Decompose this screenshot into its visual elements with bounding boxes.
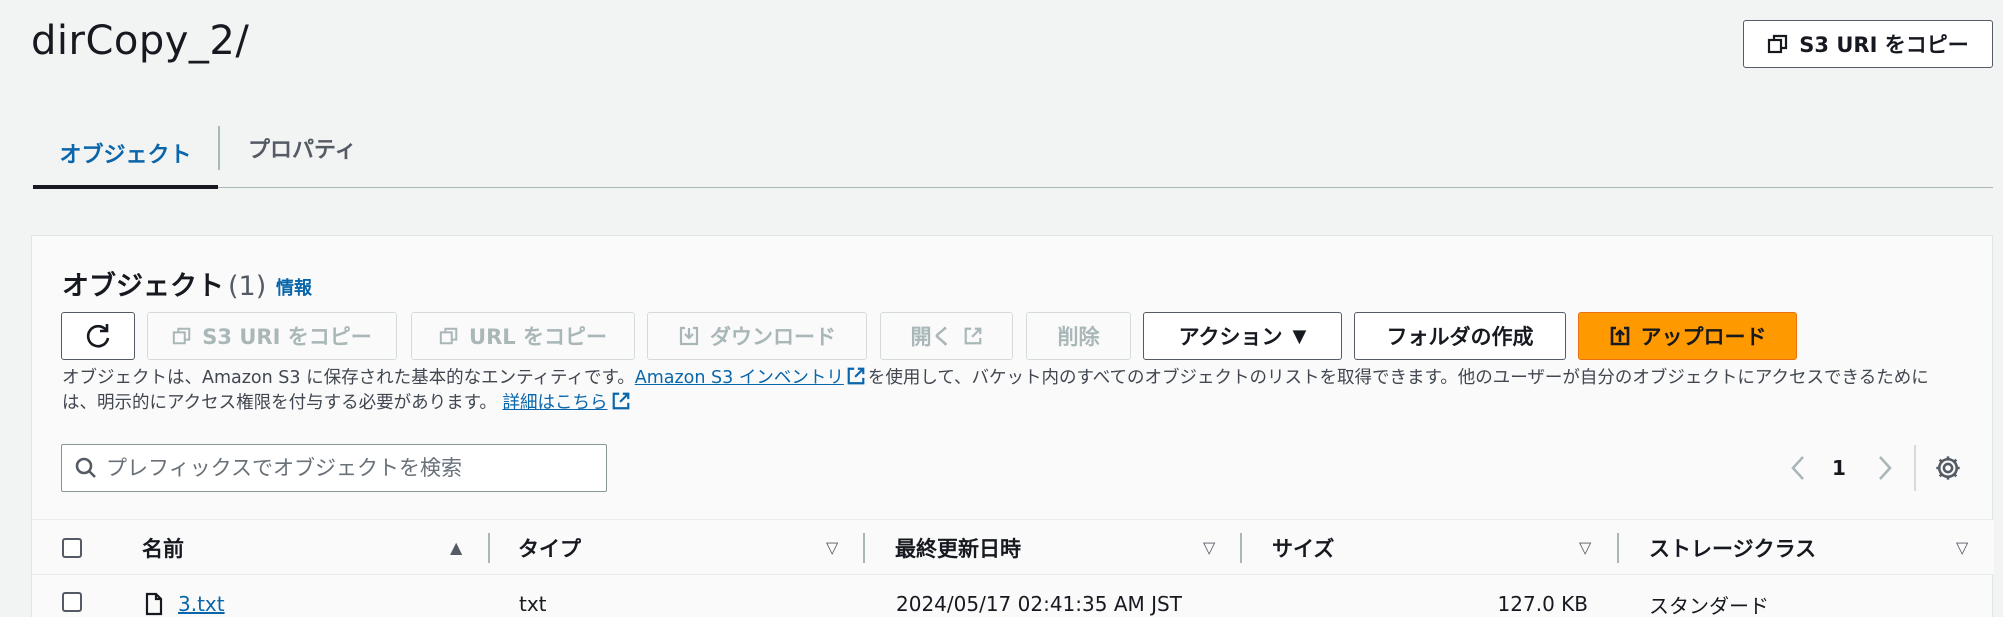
pagination-page-1[interactable]: 1	[1832, 450, 1846, 486]
copy-icon	[1768, 34, 1788, 54]
sort-asc-icon[interactable]: ▲	[450, 538, 462, 557]
search-icon	[75, 457, 96, 478]
copy-s3-uri-label: S3 URI をコピー	[202, 325, 372, 349]
objects-panel-title: オブジェクト (1)	[62, 264, 266, 303]
copy-s3-uri-button[interactable]: S3 URI をコピー	[147, 312, 397, 360]
tab-objects[interactable]: オブジェクト	[33, 120, 218, 189]
page-title: dirCopy_2/	[31, 18, 250, 64]
inventory-link[interactable]: Amazon S3 インベントリ	[635, 368, 844, 388]
select-all-checkbox[interactable]	[62, 538, 82, 558]
objects-panel: オブジェクト (1) 情報 S3 URI をコピー URL をコピー ダウンロード…	[31, 235, 1994, 617]
download-button[interactable]: ダウンロード	[647, 312, 867, 360]
column-divider[interactable]	[1617, 533, 1619, 563]
upload-label: アップロード	[1640, 325, 1767, 349]
sort-icon[interactable]: ▽	[1203, 538, 1215, 557]
open-button[interactable]: 開く	[880, 312, 1013, 360]
chevron-left-icon	[1791, 456, 1804, 480]
table-row: 3.txt txt 2024/05/17 02:41:35 AM JST 127…	[32, 576, 1994, 617]
delete-button[interactable]: 削除	[1026, 312, 1131, 360]
column-header-last-modified[interactable]: 最終更新日時	[895, 520, 1021, 576]
copy-url-label: URL をコピー	[469, 325, 607, 349]
file-last-modified: 2024/05/17 02:41:35 AM JST	[896, 592, 1182, 616]
external-link-icon	[613, 392, 630, 410]
pagination-prev-button[interactable]	[1789, 450, 1807, 486]
external-link-icon	[847, 367, 865, 385]
file-icon	[144, 576, 164, 617]
file-type: txt	[519, 592, 547, 616]
tab-divider	[218, 126, 220, 170]
caret-down-icon: ▼	[1292, 325, 1307, 347]
copy-icon	[173, 327, 191, 345]
column-divider[interactable]	[488, 533, 490, 563]
tab-properties[interactable]: プロパティ	[248, 124, 357, 172]
tab-bar: オブジェクト プロパティ	[33, 120, 1993, 189]
objects-description: オブジェクトは、Amazon S3 に保存された基本的なエンティティです。Ama…	[62, 366, 1962, 416]
refresh-icon	[86, 324, 110, 348]
open-label: 開く	[910, 325, 953, 349]
table-settings-button[interactable]	[1932, 452, 1964, 484]
copy-s3-uri-header-button[interactable]: S3 URI をコピー	[1743, 20, 1993, 68]
download-icon	[679, 326, 699, 346]
pagination-divider	[1914, 445, 1916, 491]
search-field[interactable]	[61, 444, 607, 492]
copy-icon	[439, 327, 458, 345]
objects-count: (1)	[228, 271, 267, 302]
actions-label: アクション	[1178, 325, 1283, 349]
column-header-storage-class[interactable]: ストレージクラス	[1649, 520, 1816, 576]
upload-button[interactable]: アップロード	[1578, 312, 1797, 360]
external-link-icon	[964, 327, 981, 345]
column-header-size[interactable]: サイズ	[1272, 520, 1334, 576]
actions-dropdown[interactable]: アクション ▼	[1143, 312, 1342, 360]
download-label: ダウンロード	[710, 325, 836, 349]
description-text-1: オブジェクトは、Amazon S3 に保存された基本的なエンティティです。	[62, 368, 635, 388]
file-name-link[interactable]: 3.txt	[178, 592, 225, 616]
copy-url-button[interactable]: URL をコピー	[411, 312, 635, 360]
create-folder-label: フォルダの作成	[1386, 325, 1534, 349]
copy-s3-uri-header-label: S3 URI をコピー	[1799, 33, 1969, 57]
search-input[interactable]	[106, 456, 586, 480]
file-size: 127.0 KB	[1497, 592, 1588, 616]
row-checkbox[interactable]	[62, 592, 82, 612]
column-divider[interactable]	[1240, 533, 1242, 563]
sort-icon[interactable]: ▽	[1956, 538, 1968, 557]
sort-icon[interactable]: ▽	[1579, 538, 1591, 557]
info-link[interactable]: 情報	[276, 274, 312, 300]
table-header: 名前 ▲ タイプ ▽ 最終更新日時 ▽ サイズ ▽ ストレージクラス ▽	[32, 519, 1994, 575]
refresh-button[interactable]	[61, 312, 135, 360]
column-header-type[interactable]: タイプ	[518, 520, 581, 576]
column-divider[interactable]	[863, 533, 865, 563]
sort-icon[interactable]: ▽	[826, 538, 838, 557]
create-folder-button[interactable]: フォルダの作成	[1354, 312, 1566, 360]
column-header-name[interactable]: 名前	[142, 520, 184, 576]
gear-icon	[1936, 456, 1960, 480]
file-storage-class: スタンダード	[1649, 593, 1769, 617]
chevron-right-icon	[1879, 456, 1892, 480]
objects-title-text: オブジェクト	[62, 271, 224, 302]
learn-more-link[interactable]: 詳細はこちら	[502, 393, 607, 413]
delete-label: 削除	[1057, 325, 1100, 349]
pagination-next-button[interactable]	[1876, 450, 1894, 486]
upload-icon	[1610, 326, 1629, 346]
